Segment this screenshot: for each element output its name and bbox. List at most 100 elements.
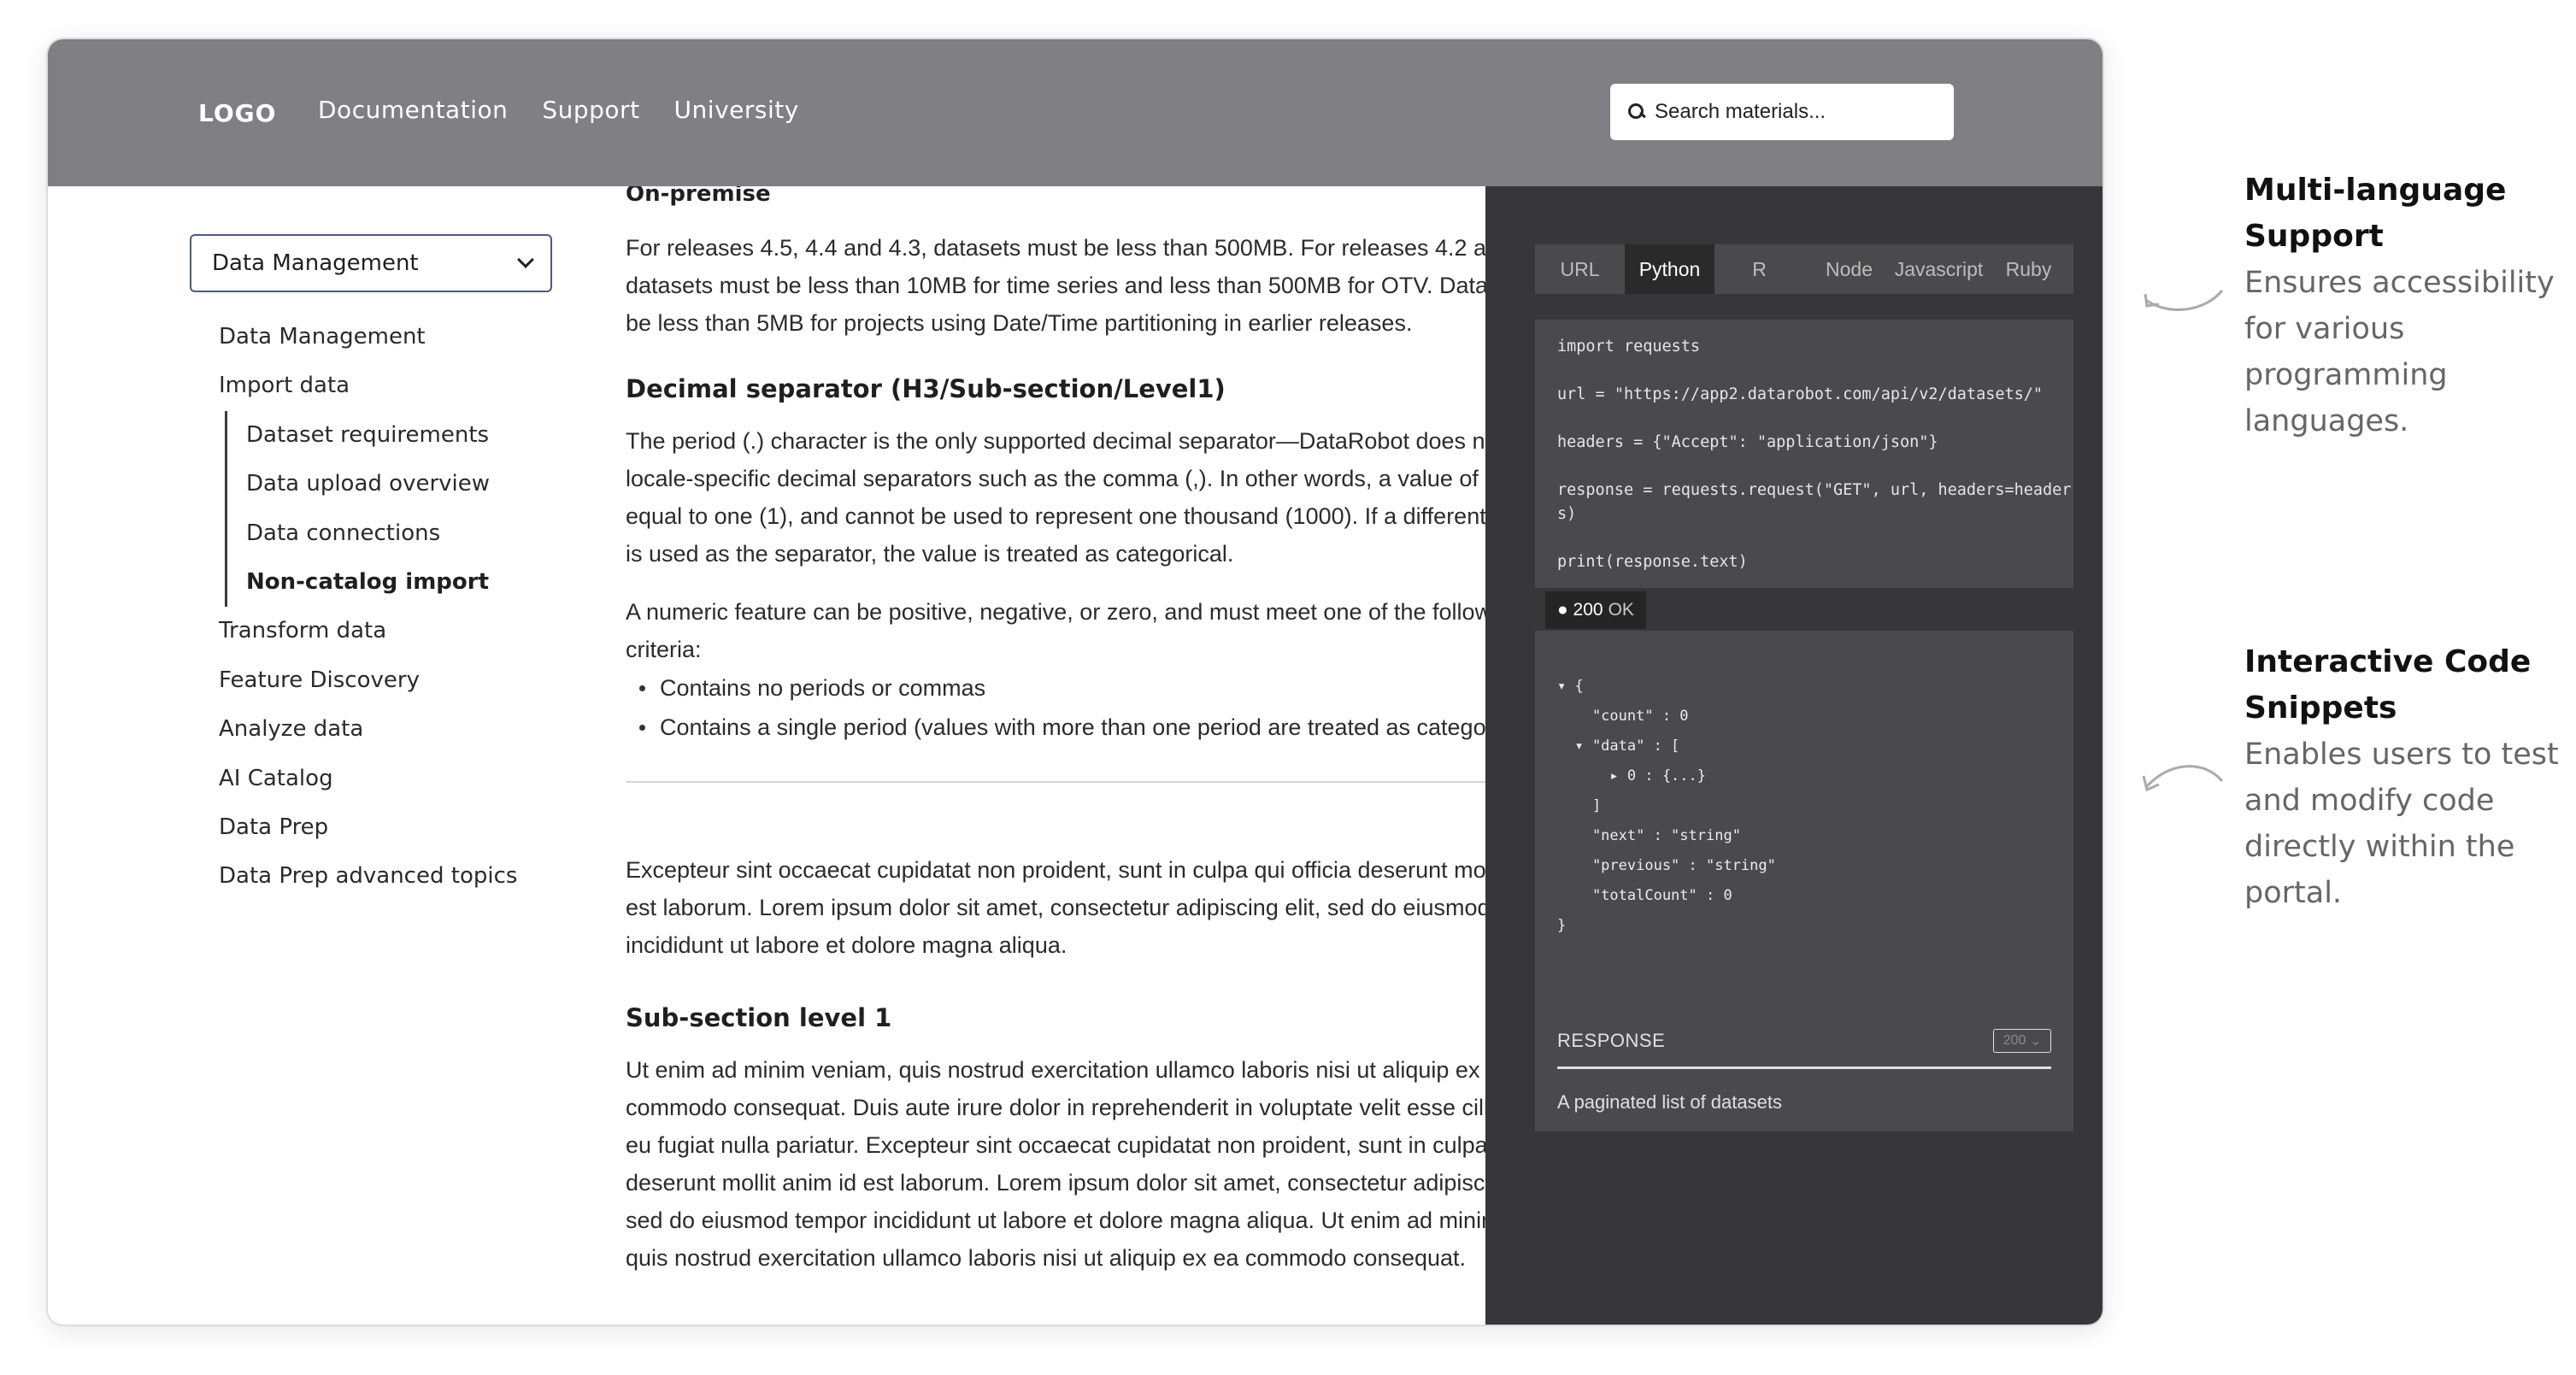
paragraph-line: est laborum. Lorem ipsum dolor sit amet,… [626, 895, 1491, 920]
paragraph-line: commodo consequat. Duis aute irure dolor… [626, 1095, 1490, 1120]
heading-sub-section: Sub-section level 1 [626, 1003, 892, 1032]
criteria-list: Contains no periods or commas Contains a… [626, 668, 1532, 747]
search-icon [1627, 103, 1646, 121]
sidebar-item-data-management[interactable]: Data Management [190, 313, 552, 361]
annotation-desc: languages. [2244, 404, 2409, 438]
sidebar-item-feature-discovery[interactable]: Feature Discovery [190, 656, 552, 705]
article-content: On-premise For releases 4.5, 4.4 and 4.3… [626, 186, 1532, 1325]
top-nav: Documentation Support University [318, 96, 799, 124]
sidebar-menu: Data Management Import data Dataset requ… [190, 313, 552, 902]
annotation-desc: for various [2244, 312, 2405, 346]
annotation-desc: directly within the [2244, 830, 2515, 864]
json-line: "count" : 0 [1557, 708, 1689, 725]
paragraph-line: locale-specific decimal separators such … [626, 466, 1498, 491]
tab-javascript[interactable]: Javascript [1894, 244, 1984, 294]
sidebar-item-data-upload-overview[interactable]: Data upload overview [225, 460, 552, 509]
annotation-desc: and modify code [2244, 784, 2495, 818]
annotation-title: Multi-language [2244, 173, 2507, 208]
annotation-title: Snippets [2244, 690, 2397, 726]
tab-url[interactable]: URL [1535, 244, 1625, 294]
status-badge: ● 200 OK [1545, 591, 1646, 629]
sidebar-item-ai-catalog[interactable]: AI Catalog [190, 755, 552, 803]
sidebar-item-analyze-data[interactable]: Analyze data [190, 705, 552, 754]
section-select-value: Data Management [212, 250, 419, 276]
chevron-down-icon [517, 251, 534, 268]
heading-decimal-separator: Decimal separator (H3/Sub-section/Level1… [626, 374, 1226, 403]
nav-documentation[interactable]: Documentation [318, 96, 508, 124]
json-line: "previous" : "string" [1557, 857, 1776, 874]
code-line: s) [1557, 505, 1577, 523]
json-line[interactable]: ▾ "data" : [ [1557, 737, 1679, 755]
section-select[interactable]: Data Management [190, 234, 552, 292]
paragraph-line: datasets must be less than 10MB for time… [626, 273, 1500, 298]
response-description: A paginated list of datasets [1557, 1091, 1782, 1113]
paragraph-line: A numeric feature can be positive, negat… [626, 599, 1492, 625]
sidebar-item-data-prep[interactable]: Data Prep [190, 803, 552, 852]
status-text: OK [1608, 600, 1634, 620]
search-box[interactable] [1610, 84, 1954, 140]
code-line: response = requests.request("GET", url, … [1557, 481, 2072, 499]
search-input[interactable] [1655, 100, 1937, 124]
sidebar-item-non-catalog-import[interactable]: Non-catalog import [225, 557, 552, 608]
top-header: LOGO Documentation Support University [48, 39, 2103, 186]
paragraph-line: The period (.) character is the only sup… [626, 428, 1498, 454]
status-code: 200 [1573, 600, 1603, 620]
code-line: headers = {"Accept": "application/json"} [1557, 433, 1938, 451]
json-line[interactable]: ▸ 0 : {...} [1557, 767, 1706, 784]
code-snippet[interactable]: import requests url = "https://app2.data… [1535, 320, 2073, 588]
app-window: LOGO Documentation Support University Da… [46, 38, 2104, 1326]
logo[interactable]: LOGO [198, 99, 276, 127]
paragraph-line: eu fugiat nulla pariatur. Excepteur sint… [626, 1132, 1488, 1158]
tab-ruby[interactable]: Ruby [1984, 244, 2073, 294]
annotation-desc: Ensures accessibility [2244, 266, 2555, 300]
response-header: RESPONSE 200 ⌄ [1557, 991, 2051, 1069]
response-section: RESPONSE 200 ⌄ A paginated list of datas… [1535, 991, 2073, 1131]
language-tabs: URL Python R Node Javascript Ruby [1535, 244, 2073, 294]
json-line: } [1557, 917, 1567, 934]
paragraph-line: be less than 5MB for projects using Date… [626, 310, 1413, 336]
paragraph-line: Ut enim ad minim veniam, quis nostrud ex… [626, 1057, 1480, 1083]
code-line: url = "https://app2.datarobot.com/api/v2… [1557, 385, 2044, 403]
annotation-desc: portal. [2244, 876, 2343, 910]
json-response-viewer[interactable]: ▾ { "count" : 0 ▾ "data" : [ ▸ 0 : {...}… [1535, 631, 2073, 991]
paragraph-line: criteria: [626, 637, 702, 662]
json-line: "next" : "string" [1557, 827, 1741, 844]
tab-node[interactable]: Node [1804, 244, 1894, 294]
arrow-icon [2142, 765, 2224, 792]
annotation-title: Support [2244, 219, 2384, 254]
sidebar: Data Management Data Management Import d… [190, 234, 552, 902]
sidebar-item-data-connections[interactable]: Data connections [225, 508, 552, 558]
sidebar-item-transform-data[interactable]: Transform data [190, 607, 552, 655]
annotation-desc: programming [2244, 358, 2448, 392]
nav-university[interactable]: University [674, 96, 799, 124]
annotation-multi-language: Multi-language Support Ensures accessibi… [2244, 167, 2569, 444]
sidebar-item-dataset-requirements[interactable]: Dataset requirements [225, 410, 552, 461]
tab-r[interactable]: R [1714, 244, 1804, 294]
response-code-value: 200 [2003, 1033, 2026, 1048]
paragraph-line: For releases 4.5, 4.4 and 4.3, datasets … [626, 235, 1513, 261]
code-line: print(response.text) [1557, 553, 1748, 571]
paragraph-line: quis nostrud exercitation ullamco labori… [626, 1245, 1467, 1271]
annotation-desc: Enables users to test [2244, 737, 2559, 772]
json-line[interactable]: ▾ { [1557, 678, 1584, 695]
sidebar-item-import-data[interactable]: Import data [190, 361, 552, 410]
paragraph-line: Excepteur sint occaecat cupidatat non pr… [626, 857, 1486, 883]
response-title: RESPONSE [1557, 1030, 1666, 1051]
tab-python[interactable]: Python [1625, 244, 1714, 294]
list-item: Contains a single period (values with mo… [626, 708, 1532, 747]
paragraph-line: incididunt ut labore et dolore magna ali… [626, 932, 1067, 958]
annotation-interactive-code: Interactive Code Snippets Enables users … [2244, 639, 2569, 916]
json-line: "totalCount" : 0 [1557, 887, 1732, 904]
paragraph-line: equal to one (1), and cannot be used to … [626, 503, 1486, 529]
arrow-icon [2144, 290, 2224, 311]
annotation-title: Interactive Code [2244, 644, 2532, 679]
status-dot-icon: ● [1557, 600, 1573, 620]
heading-on-premise: On-premise [626, 186, 771, 207]
code-panel: URL Python R Node Javascript Ruby import… [1485, 186, 2103, 1325]
divider [626, 781, 1532, 783]
paragraph-line: is used as the separator, the value is t… [626, 541, 1234, 567]
sidebar-item-data-prep-advanced[interactable]: Data Prep advanced topics [190, 852, 552, 901]
nav-support[interactable]: Support [542, 96, 639, 124]
code-line: import requests [1557, 338, 1701, 356]
response-code-select[interactable]: 200 ⌄ [1993, 1029, 2051, 1053]
